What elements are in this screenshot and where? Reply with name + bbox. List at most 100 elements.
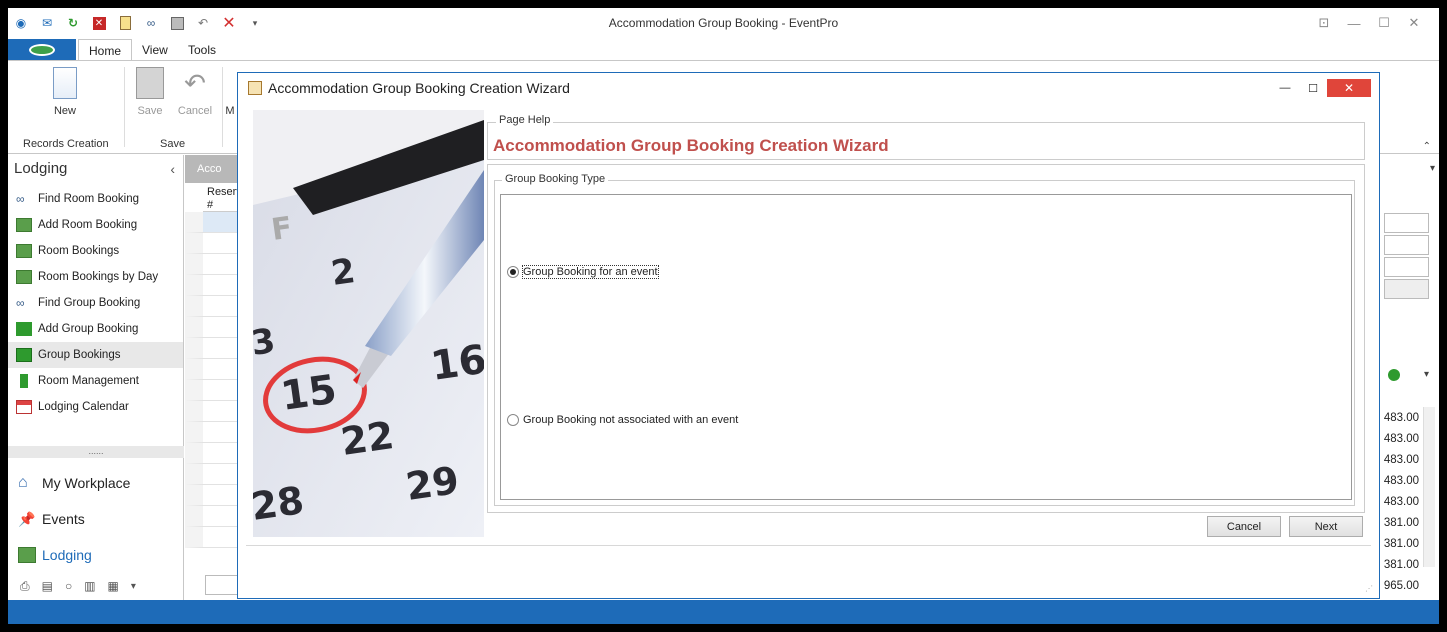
tab-home[interactable]: Home — [78, 39, 133, 61]
user-card-icon[interactable]: ▤ — [42, 579, 53, 593]
grid-tab[interactable]: Acco — [185, 155, 245, 183]
group-booking-type-panel — [500, 194, 1352, 500]
amount-value: 381.00 — [1383, 517, 1419, 529]
table-row[interactable] — [185, 443, 245, 464]
add-group-icon — [16, 322, 32, 336]
nav-item-label: Room Bookings — [38, 245, 120, 257]
page-help-legend: Page Help — [496, 114, 554, 126]
workspace-my-workplace[interactable]: ⌂ My Workplace — [8, 465, 184, 501]
nav-item-label: Find Room Booking — [38, 193, 139, 205]
nav-item-add-group-booking[interactable]: Add Group Booking — [8, 316, 183, 342]
tab-tools[interactable]: Tools — [178, 39, 226, 61]
panel-field[interactable] — [1384, 213, 1429, 233]
navigation-pane: Lodging ‹ ∞ Find Room Booking Add Room B… — [8, 155, 184, 600]
radio-booking-for-event[interactable]: Group Booking for an event — [507, 265, 659, 279]
table-row[interactable] — [185, 506, 245, 527]
nav-item-lodging-calendar[interactable]: Lodging Calendar — [8, 394, 183, 420]
nav-item-room-bookings-by-day[interactable]: Room Bookings by Day — [8, 264, 183, 290]
radio-label: Group Booking for an event — [522, 265, 659, 279]
table-row[interactable] — [185, 380, 245, 401]
svg-text:29: 29 — [403, 458, 461, 509]
nav-item-find-group-booking[interactable]: ∞ Find Group Booking — [8, 290, 183, 316]
file-tab[interactable] — [8, 39, 76, 61]
workspace-label: My Workplace — [42, 475, 131, 491]
panel-dropdown-icon[interactable]: ▾ — [1430, 163, 1435, 174]
panel-field[interactable] — [1384, 279, 1429, 299]
more-options-icon[interactable]: ▾ — [131, 581, 136, 592]
resize-grip-icon[interactable]: ⋰ — [1365, 584, 1373, 593]
collapse-ribbon-icon[interactable]: ⌃ — [1423, 141, 1431, 152]
details-panel: ▾ ▾ 483.00 483.00 483.00 483.00 483.00 3… — [1380, 155, 1439, 600]
nav-item-find-room-booking[interactable]: ∞ Find Room Booking — [8, 186, 183, 212]
panel-select[interactable] — [1384, 257, 1429, 277]
printer-icon[interactable]: ⎙ — [20, 579, 30, 594]
maximize-icon[interactable]: ☐ — [1299, 79, 1327, 97]
nav-item-label: Add Group Booking — [38, 323, 139, 335]
panel-select[interactable] — [1384, 235, 1429, 255]
table-row[interactable] — [185, 527, 245, 548]
table-row[interactable] — [185, 233, 245, 254]
lodging-icon — [18, 547, 36, 563]
radio-booking-no-event[interactable]: Group Booking not associated with an eve… — [507, 414, 738, 426]
close-window-icon[interactable]: ✕ — [1399, 12, 1429, 34]
status-bar — [8, 600, 1439, 624]
amount-value: 381.00 — [1383, 538, 1419, 550]
table-row[interactable] — [185, 359, 245, 380]
window-controls: ⊡ — ☐ ✕ — [1309, 12, 1429, 34]
room-management-icon — [20, 374, 28, 388]
table-row[interactable] — [185, 338, 245, 359]
group-save: Save — [160, 138, 186, 150]
nav-item-label: Group Bookings — [38, 349, 121, 361]
maximize-icon[interactable]: ☐ — [1369, 12, 1399, 34]
chat-icon[interactable]: ○ — [65, 579, 72, 593]
radio-checked-icon[interactable] — [507, 266, 519, 278]
table-row[interactable] — [185, 254, 245, 275]
cancel-button[interactable]: ↶ Cancel — [173, 67, 217, 117]
collapse-nav-icon[interactable]: ‹ — [170, 155, 175, 183]
save-button-label: Save — [137, 105, 163, 117]
nav-item-room-management[interactable]: Room Management — [8, 368, 183, 394]
table-row[interactable] — [185, 212, 245, 233]
group-bookings-icon — [16, 348, 32, 362]
amount-value: 483.00 — [1383, 454, 1419, 466]
nav-splitter[interactable]: ...... — [8, 446, 184, 458]
binoculars-icon: ∞ — [16, 296, 25, 310]
minimize-icon[interactable]: — — [1339, 12, 1369, 34]
nav-item-group-bookings[interactable]: Group Bookings — [8, 342, 183, 368]
nav-item-label: Room Management — [38, 375, 139, 387]
nav-item-room-bookings[interactable]: Room Bookings — [8, 238, 183, 264]
workspace-lodging[interactable]: Lodging — [8, 537, 184, 573]
workspace-events[interactable]: 📌 Events — [8, 501, 184, 537]
restore-ribbon-icon[interactable]: ⊡ — [1309, 12, 1339, 34]
new-button[interactable]: New — [43, 67, 87, 117]
pin-icon: 📌 — [18, 511, 36, 527]
cancel-button-label: Cancel — [177, 105, 213, 117]
table-row[interactable] — [185, 401, 245, 422]
tab-view[interactable]: View — [132, 39, 178, 61]
calculator-icon[interactable]: ▦ — [108, 579, 119, 593]
table-row[interactable] — [185, 317, 245, 338]
table-row[interactable] — [185, 422, 245, 443]
next-button[interactable]: Next — [1289, 516, 1363, 537]
workspace-label: Lodging — [42, 547, 92, 563]
radio-unchecked-icon[interactable] — [507, 414, 519, 426]
dialog-divider — [246, 545, 1371, 546]
add-room-icon — [16, 218, 32, 232]
nav-item-add-room-booking[interactable]: Add Room Booking — [8, 212, 183, 238]
save-disk-icon — [136, 67, 164, 99]
nav-item-label: Find Group Booking — [38, 297, 141, 309]
save-button[interactable]: Save — [128, 67, 172, 117]
table-row[interactable] — [185, 275, 245, 296]
cancel-button[interactable]: Cancel — [1207, 516, 1281, 537]
vertical-scrollbar[interactable] — [1423, 407, 1435, 567]
table-row[interactable] — [185, 464, 245, 485]
nav-footer: ⎙ ▤ ○ ▥ ▦ ▾ — [8, 573, 184, 599]
table-row[interactable] — [185, 296, 245, 317]
minimize-icon[interactable]: — — [1271, 79, 1299, 97]
table-row[interactable] — [185, 485, 245, 506]
close-dialog-button[interactable]: ✕ — [1327, 79, 1371, 97]
download-icon[interactable] — [1388, 369, 1400, 381]
panel-dropdown-icon[interactable]: ▾ — [1424, 369, 1429, 380]
grid-rows — [185, 212, 245, 548]
clipboard-icon[interactable]: ▥ — [84, 579, 95, 593]
